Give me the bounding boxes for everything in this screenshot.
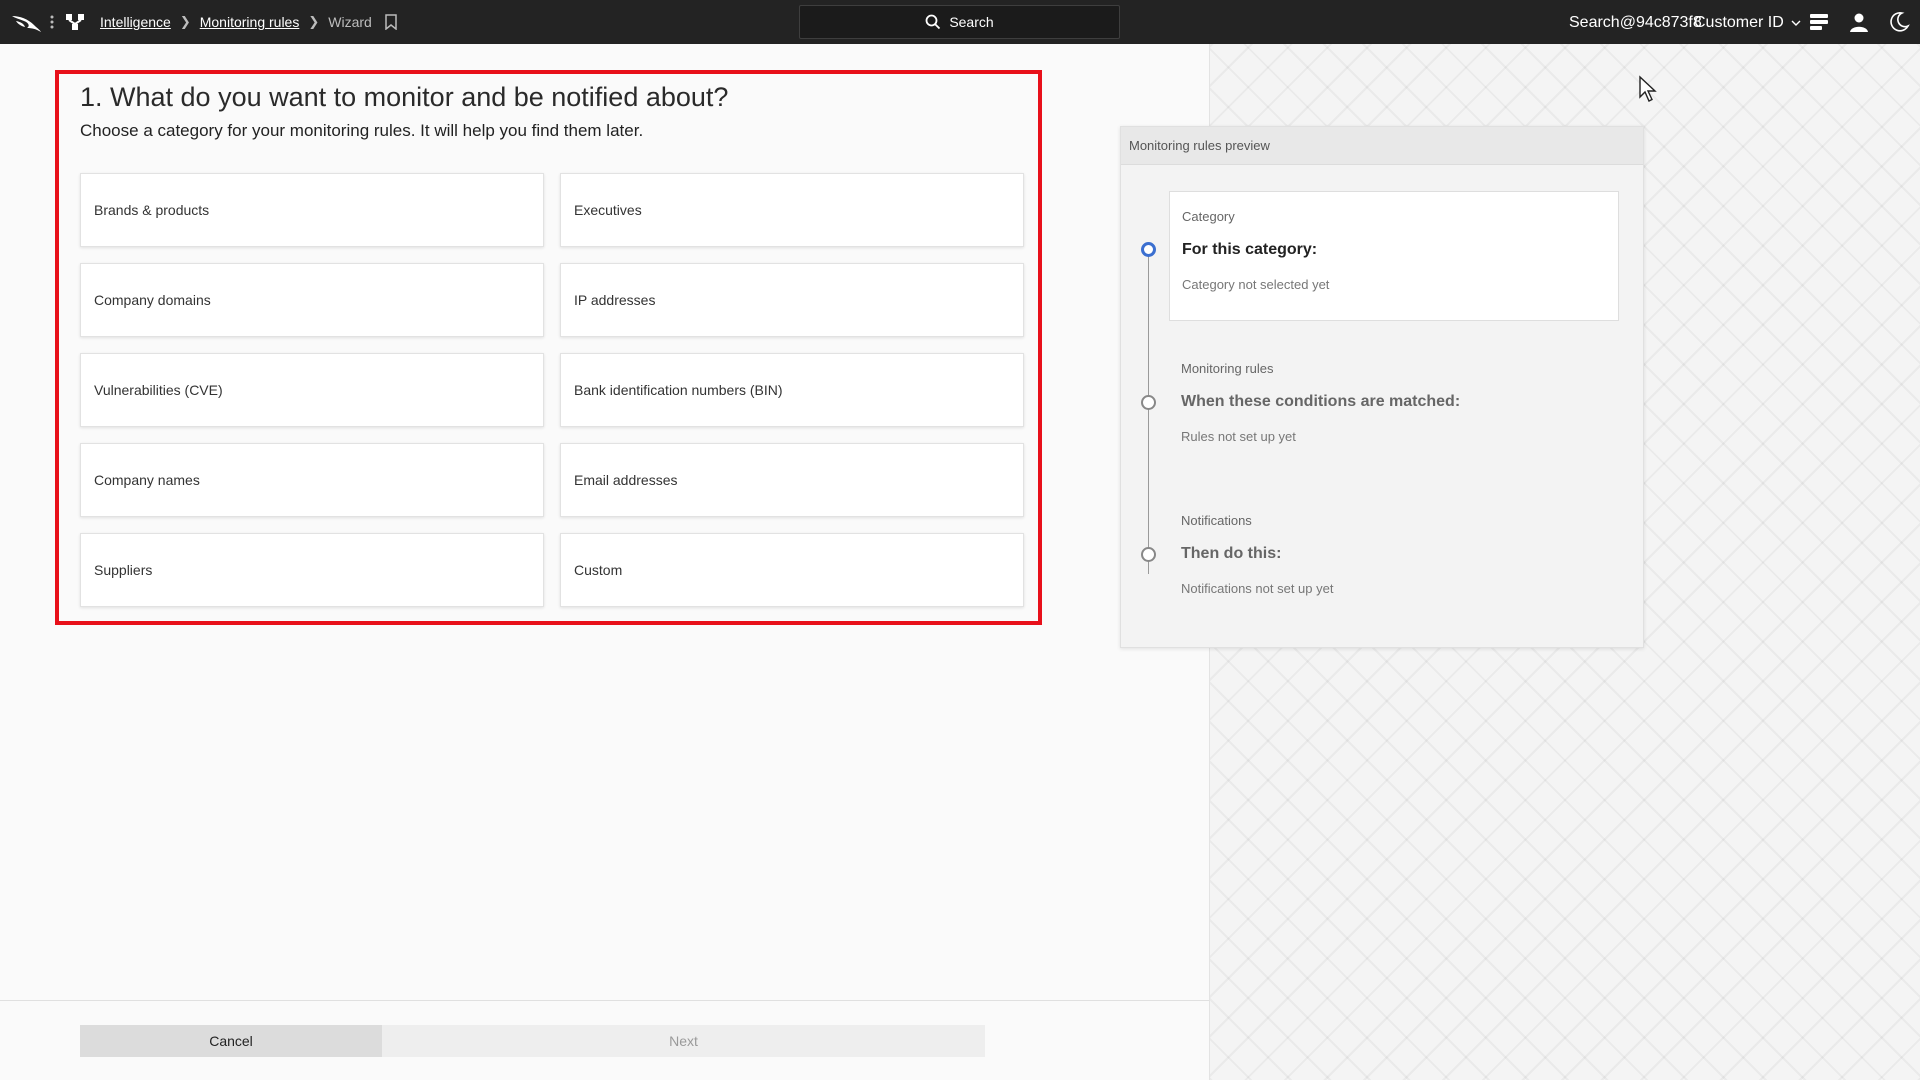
preview-step-notifications: Notifications Then do this: Notification… bbox=[1169, 496, 1619, 626]
option-executives[interactable]: Executives bbox=[560, 173, 1024, 247]
option-email-addresses[interactable]: Email addresses bbox=[560, 443, 1024, 517]
step-status: Rules not set up yet bbox=[1181, 429, 1296, 444]
mouse-cursor-icon bbox=[1639, 75, 1657, 102]
chevron-right-icon: ❯ bbox=[179, 14, 191, 29]
option-company-domains[interactable]: Company domains bbox=[80, 263, 544, 337]
option-suppliers[interactable]: Suppliers bbox=[80, 533, 544, 607]
step-indicator-icon bbox=[1141, 547, 1156, 562]
preview-step-category: Category For this category: Category not… bbox=[1169, 191, 1619, 321]
option-custom[interactable]: Custom bbox=[560, 533, 1024, 607]
breadcrumb-intelligence[interactable]: Intelligence bbox=[100, 14, 171, 30]
messages-icon[interactable] bbox=[1808, 11, 1830, 33]
option-bin[interactable]: Bank identification numbers (BIN) bbox=[560, 353, 1024, 427]
more-vertical-icon[interactable] bbox=[49, 12, 55, 32]
hierarchy-icon[interactable] bbox=[64, 11, 86, 33]
step-heading: When these conditions are matched: bbox=[1181, 393, 1461, 410]
breadcrumb-current: Wizard bbox=[328, 14, 372, 30]
step-indicator-active-icon bbox=[1141, 242, 1156, 257]
wizard-step-subtitle: Choose a category for your monitoring ru… bbox=[80, 121, 644, 140]
chevron-down-icon bbox=[1791, 20, 1801, 26]
preview-step-monitoring-rules: Monitoring rules When these conditions a… bbox=[1169, 344, 1619, 474]
breadcrumb: Intelligence ❯ Monitoring rules ❯ Wizard bbox=[100, 0, 398, 44]
search-label: Search bbox=[949, 14, 994, 30]
monitoring-rules-preview: Monitoring rules preview Category For th… bbox=[1120, 126, 1644, 648]
step-label: Category bbox=[1182, 209, 1235, 224]
step-status: Category not selected yet bbox=[1182, 277, 1330, 292]
option-company-names[interactable]: Company names bbox=[80, 443, 544, 517]
user-search-id: Search@94c873f8 bbox=[1569, 14, 1702, 31]
customer-id-dropdown[interactable]: Customer ID bbox=[1694, 14, 1801, 32]
chevron-right-icon: ❯ bbox=[308, 14, 320, 29]
step-heading: Then do this: bbox=[1181, 545, 1282, 562]
cancel-button[interactable]: Cancel bbox=[80, 1025, 382, 1057]
breadcrumb-monitoring-rules[interactable]: Monitoring rules bbox=[200, 14, 300, 30]
next-button[interactable]: Next bbox=[382, 1025, 985, 1057]
step-indicator-icon bbox=[1141, 395, 1156, 410]
dark-mode-moon-icon[interactable] bbox=[1888, 11, 1910, 33]
step-label: Notifications bbox=[1181, 513, 1252, 528]
option-brands-products[interactable]: Brands & products bbox=[80, 173, 544, 247]
user-icon[interactable] bbox=[1848, 11, 1870, 33]
bookmark-icon[interactable] bbox=[384, 14, 398, 30]
option-vulnerabilities[interactable]: Vulnerabilities (CVE) bbox=[80, 353, 544, 427]
search-icon bbox=[925, 14, 941, 30]
global-search[interactable]: Search bbox=[799, 5, 1120, 39]
step-status: Notifications not set up yet bbox=[1181, 581, 1334, 596]
wizard-step-title: 1. What do you want to monitor and be no… bbox=[80, 82, 729, 112]
footer-divider bbox=[0, 1000, 1209, 1001]
top-bar: Intelligence ❯ Monitoring rules ❯ Wizard… bbox=[0, 0, 1920, 44]
step-label: Monitoring rules bbox=[1181, 361, 1274, 376]
option-ip-addresses[interactable]: IP addresses bbox=[560, 263, 1024, 337]
falcon-logo-icon[interactable] bbox=[10, 10, 42, 34]
preview-title: Monitoring rules preview bbox=[1121, 127, 1643, 165]
step-heading: For this category: bbox=[1182, 241, 1318, 258]
timeline-line bbox=[1148, 249, 1149, 574]
customer-id-label: Customer ID bbox=[1694, 14, 1784, 31]
